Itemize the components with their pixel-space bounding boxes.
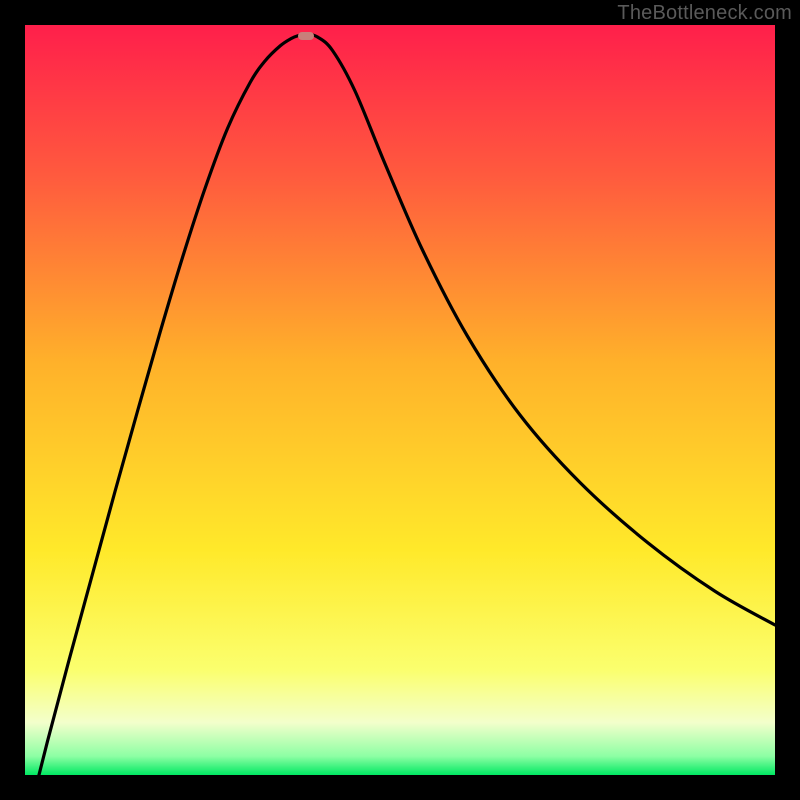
plot-area [25,25,775,775]
watermark-text: TheBottleneck.com [617,2,792,25]
gradient-background [25,25,775,775]
chart-frame: TheBottleneck.com [0,0,800,800]
min-marker [298,32,314,40]
chart-svg [25,25,775,775]
